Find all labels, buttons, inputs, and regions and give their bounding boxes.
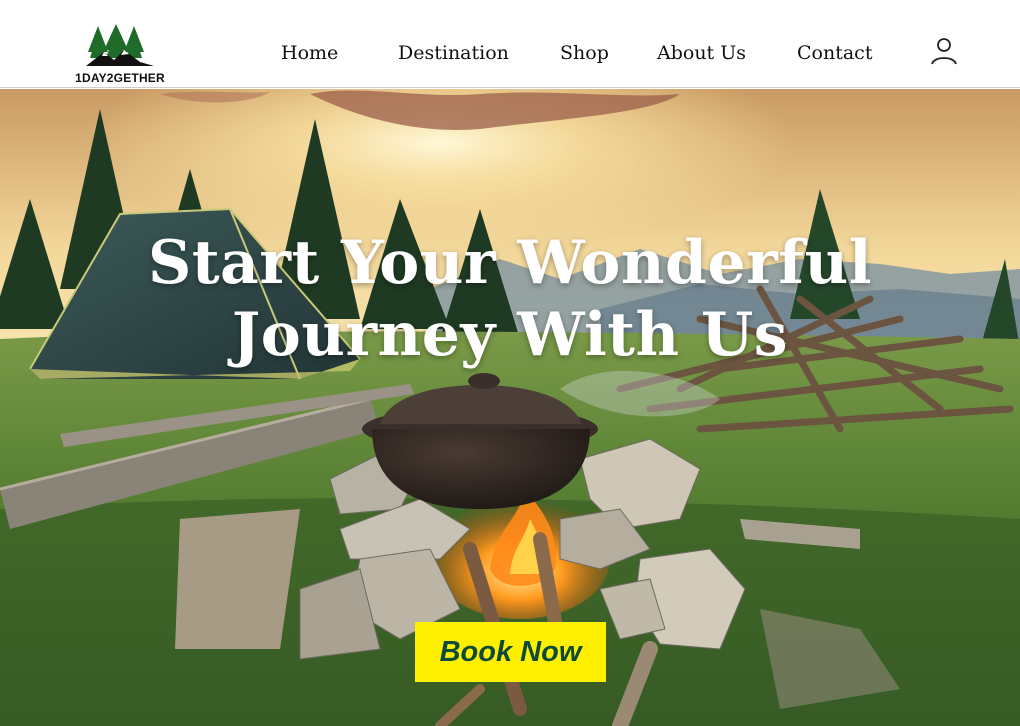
hero-headline-line1: Start Your Wonderful xyxy=(148,228,872,298)
book-now-button[interactable]: Book Now xyxy=(415,622,606,682)
nav-destination[interactable]: Destination xyxy=(398,42,509,64)
brand-name: 1DAY2GETHER xyxy=(75,71,165,85)
nav-home[interactable]: Home xyxy=(281,42,338,64)
hero-headline-line2: Journey With Us xyxy=(231,300,789,370)
user-icon[interactable] xyxy=(929,36,959,66)
hero-headline: Start Your Wonderful Journey With Us xyxy=(0,227,1020,371)
site-header: 1DAY2GETHER Home Destination Shop About … xyxy=(0,0,1020,88)
nav-shop[interactable]: Shop xyxy=(560,42,609,64)
nav-about-us[interactable]: About Us xyxy=(657,42,746,64)
brand-logo[interactable]: 1DAY2GETHER xyxy=(70,22,170,86)
pine-trees-logo-icon xyxy=(86,24,154,66)
hero-section: Start Your Wonderful Journey With Us Boo… xyxy=(0,89,1020,726)
nav-contact[interactable]: Contact xyxy=(797,42,872,64)
